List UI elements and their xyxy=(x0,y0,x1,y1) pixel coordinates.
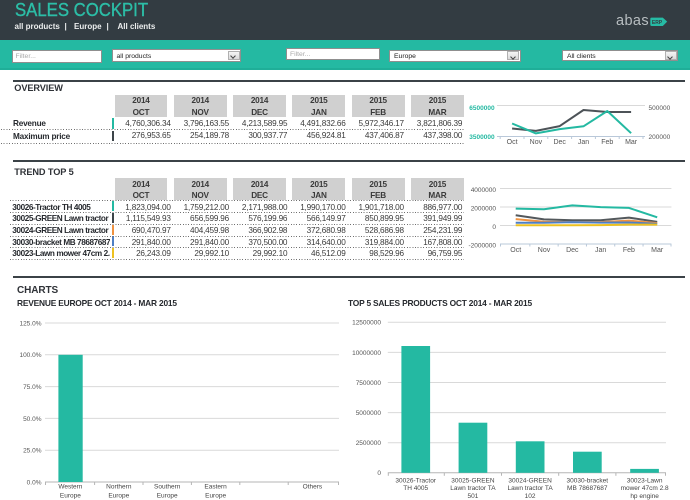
svg-text:30030-bracket: 30030-bracket xyxy=(567,478,609,485)
svg-text:Europe: Europe xyxy=(60,492,81,499)
svg-text:hp engine: hp engine xyxy=(630,493,659,500)
svg-text:0.0%: 0.0% xyxy=(27,479,42,486)
svg-text:Lawn tractor TA: Lawn tractor TA xyxy=(450,485,496,492)
svg-text:Jan: Jan xyxy=(595,247,606,254)
svg-text:mower 47cm 2.8: mower 47cm 2.8 xyxy=(621,485,669,492)
svg-text:Southern: Southern xyxy=(154,484,181,491)
svg-text:10000000: 10000000 xyxy=(352,350,381,357)
svg-text:50.0%: 50.0% xyxy=(23,416,42,423)
svg-text:200000: 200000 xyxy=(649,134,671,141)
svg-text:Jan: Jan xyxy=(578,139,589,146)
svg-text:500000: 500000 xyxy=(649,105,671,112)
svg-text:Nov: Nov xyxy=(530,139,543,146)
svg-text:Lawn tractor TA: Lawn tractor TA xyxy=(507,485,553,492)
svg-text:30026-Tractor: 30026-Tractor xyxy=(395,478,436,485)
svg-text:12500000: 12500000 xyxy=(352,320,381,327)
svg-text:Europe: Europe xyxy=(108,492,129,499)
svg-text:ERP: ERP xyxy=(651,20,662,26)
svg-text:501: 501 xyxy=(467,493,478,500)
svg-text:Eastern: Eastern xyxy=(204,484,227,491)
svg-text:Nov: Nov xyxy=(538,247,551,254)
svg-text:4000000: 4000000 xyxy=(471,187,497,194)
svg-text:MB 78687687: MB 78687687 xyxy=(567,485,608,492)
svg-text:Northern: Northern xyxy=(106,484,132,491)
svg-text:Feb: Feb xyxy=(601,139,613,146)
svg-text:30023-Lawn: 30023-Lawn xyxy=(627,478,663,485)
svg-text:2000000: 2000000 xyxy=(471,205,497,212)
svg-text:Oct: Oct xyxy=(507,139,518,146)
svg-text:25.0%: 25.0% xyxy=(23,448,42,455)
svg-text:0: 0 xyxy=(492,224,496,231)
svg-text:0: 0 xyxy=(377,470,381,477)
svg-text:5000000: 5000000 xyxy=(356,410,382,417)
svg-text:102: 102 xyxy=(525,493,536,500)
svg-text:30024-GREEN: 30024-GREEN xyxy=(508,478,552,485)
svg-text:2500000: 2500000 xyxy=(356,440,382,447)
svg-text:Europe: Europe xyxy=(157,492,178,499)
svg-text:125.0%: 125.0% xyxy=(19,320,41,327)
svg-text:-2000000: -2000000 xyxy=(469,242,497,249)
svg-text:Others: Others xyxy=(303,484,323,491)
svg-text:6500000: 6500000 xyxy=(469,105,495,112)
svg-text:7500000: 7500000 xyxy=(356,380,382,387)
svg-text:75.0%: 75.0% xyxy=(23,384,42,391)
svg-text:Dec: Dec xyxy=(553,139,566,146)
svg-text:Dec: Dec xyxy=(566,247,579,254)
svg-text:Western: Western xyxy=(58,484,82,491)
svg-text:Mar: Mar xyxy=(651,247,664,254)
svg-text:Oct: Oct xyxy=(510,247,521,254)
svg-text:Mar: Mar xyxy=(625,139,638,146)
svg-text:30025-GREEN: 30025-GREEN xyxy=(451,478,495,485)
svg-text:Feb: Feb xyxy=(623,247,635,254)
svg-text:3500000: 3500000 xyxy=(469,134,495,141)
svg-text:100.0%: 100.0% xyxy=(19,352,41,359)
svg-text:Europe: Europe xyxy=(205,492,226,499)
svg-text:TH 4005: TH 4005 xyxy=(403,485,428,492)
